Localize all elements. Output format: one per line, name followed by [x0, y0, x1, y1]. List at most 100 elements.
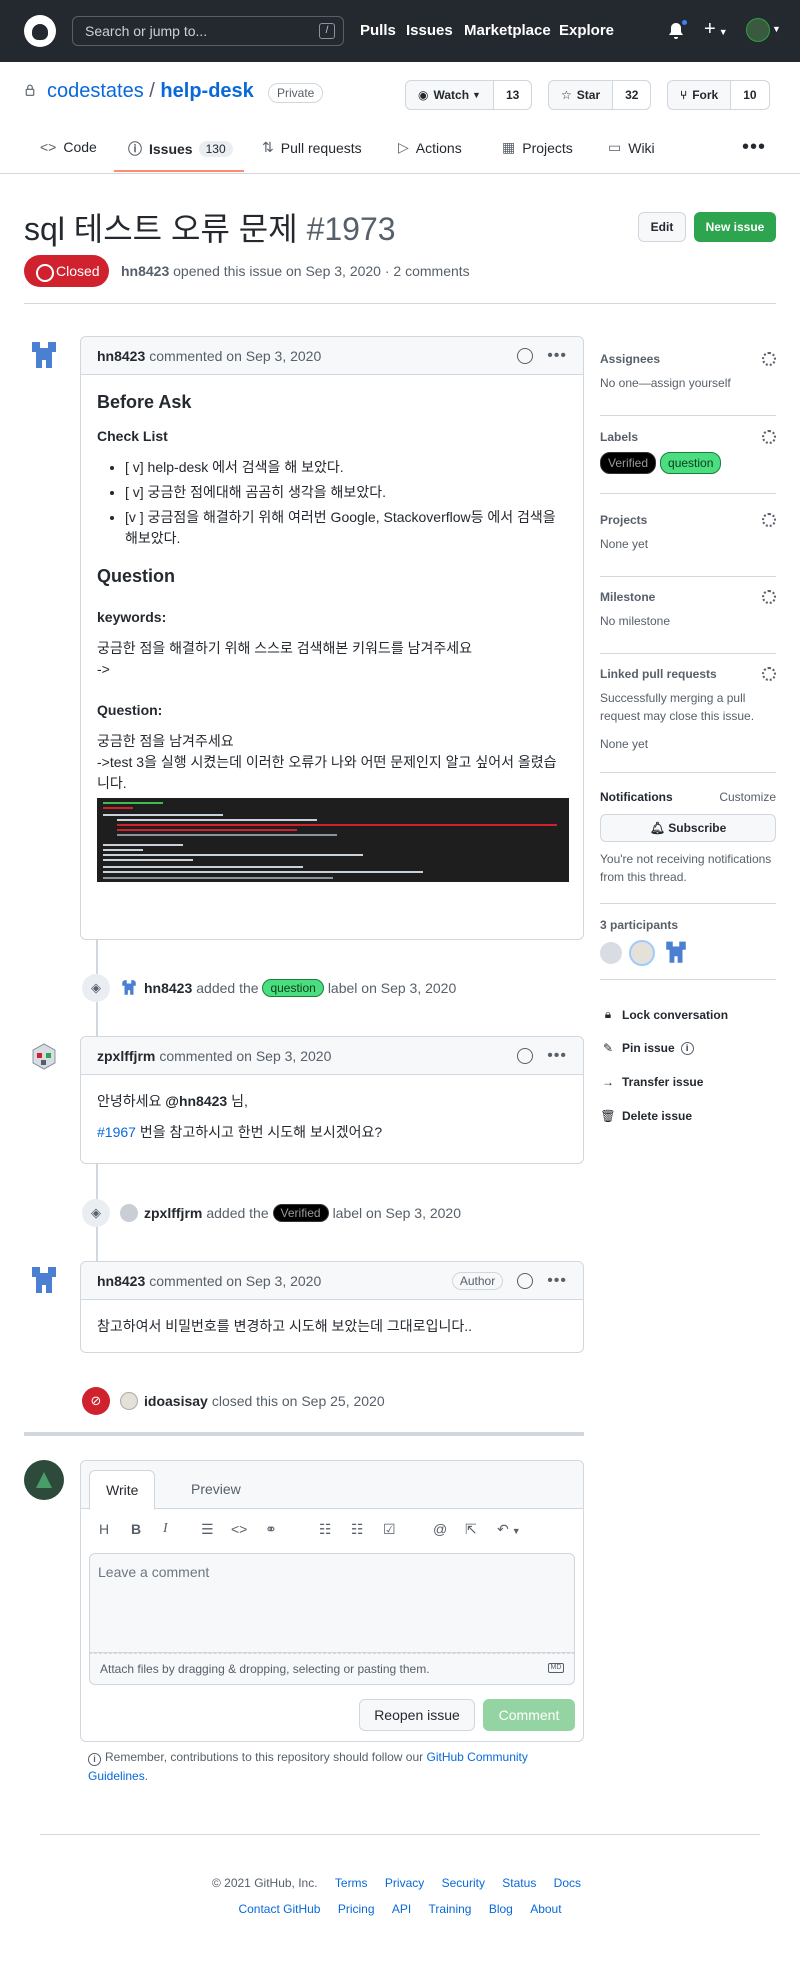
- footer-link-api[interactable]: API: [392, 1902, 411, 1916]
- footer-link-contact[interactable]: Contact GitHub: [238, 1902, 320, 1916]
- edit-button[interactable]: Edit: [638, 212, 686, 242]
- list-ordered-icon[interactable]: ☷: [351, 1521, 364, 1538]
- comment-textarea[interactable]: Leave a comment: [89, 1553, 575, 1653]
- comment-button[interactable]: Comment: [483, 1699, 575, 1731]
- github-logo-icon[interactable]: [24, 15, 56, 47]
- tab-actions[interactable]: ▷ Actions: [398, 139, 462, 156]
- watch-count[interactable]: 13: [493, 81, 532, 109]
- avatar[interactable]: [120, 1204, 138, 1222]
- link-icon[interactable]: ⚭: [265, 1521, 277, 1538]
- kebab-horizontal-icon[interactable]: •••: [547, 1272, 567, 1290]
- gear-icon[interactable]: [762, 513, 776, 527]
- footer-link-pricing[interactable]: Pricing: [338, 1902, 375, 1916]
- label-verified[interactable]: Verified: [272, 1204, 329, 1222]
- reply-icon[interactable]: ↶ ▼: [497, 1521, 521, 1538]
- bold-icon[interactable]: B: [131, 1521, 141, 1537]
- avatar[interactable]: [120, 1392, 138, 1410]
- plus-icon[interactable]: + ▼: [704, 18, 728, 41]
- event-actor-link[interactable]: zpxlffjrm: [144, 1205, 202, 1221]
- participant-avatar[interactable]: [629, 940, 656, 966]
- participant-avatar[interactable]: [663, 940, 689, 966]
- nav-issues[interactable]: Issues: [406, 22, 453, 39]
- transfer-issue[interactable]: → Transfer issue: [600, 1075, 703, 1089]
- avatar[interactable]: [24, 336, 64, 376]
- fork-count[interactable]: 10: [731, 81, 769, 109]
- repo-name-link[interactable]: help-desk: [160, 80, 253, 102]
- cross-reference-icon[interactable]: ⇱: [465, 1521, 477, 1538]
- footer-link-security[interactable]: Security: [442, 1876, 485, 1890]
- issue-reference-link[interactable]: #1967: [97, 1124, 136, 1140]
- avatar[interactable]: [24, 1261, 64, 1301]
- avatar-caret-icon[interactable]: ▼: [772, 24, 781, 34]
- subscribe-button[interactable]: 🔔︎ Subscribe: [600, 814, 776, 842]
- assignees-heading[interactable]: Assignees: [600, 352, 776, 366]
- quote-icon[interactable]: ☰: [201, 1521, 214, 1538]
- footer-link-about[interactable]: About: [530, 1902, 561, 1916]
- footer-link-blog[interactable]: Blog: [489, 1902, 513, 1916]
- smiley-icon[interactable]: [517, 1272, 534, 1289]
- heading-icon[interactable]: H: [99, 1521, 109, 1537]
- search-input[interactable]: Search or jump to... /: [72, 16, 344, 46]
- comment-time[interactable]: commented on Sep 3, 2020: [149, 1273, 321, 1289]
- label-question[interactable]: question: [660, 452, 722, 474]
- user-mention[interactable]: @hn8423: [165, 1093, 227, 1109]
- italic-icon[interactable]: I: [163, 1521, 168, 1537]
- footer-link-docs[interactable]: Docs: [554, 1876, 581, 1890]
- avatar[interactable]: [24, 1036, 64, 1076]
- assignees-value[interactable]: No one—assign yourself: [600, 374, 776, 392]
- info-icon[interactable]: i: [680, 1041, 694, 1055]
- reopen-issue-button[interactable]: Reopen issue: [359, 1699, 475, 1731]
- issue-author-link[interactable]: hn8423: [121, 263, 169, 279]
- kebab-horizontal-icon[interactable]: •••: [547, 347, 567, 365]
- projects-heading[interactable]: Projects: [600, 513, 776, 527]
- footer-link-terms[interactable]: Terms: [335, 1876, 368, 1890]
- comment-time[interactable]: commented on Sep 3, 2020: [149, 348, 321, 364]
- avatar[interactable]: [24, 1460, 64, 1500]
- labels-heading[interactable]: Labels: [600, 430, 776, 444]
- tasklist-icon[interactable]: ☑: [383, 1521, 396, 1538]
- tab-issues[interactable]: ⓘ Issues 130: [128, 139, 233, 159]
- nav-explore[interactable]: Explore: [559, 22, 614, 39]
- tab-code[interactable]: <> Code: [40, 139, 97, 155]
- comment-author-link[interactable]: hn8423: [97, 348, 145, 364]
- mention-icon[interactable]: @: [433, 1521, 447, 1537]
- avatar[interactable]: [120, 979, 138, 997]
- gear-icon[interactable]: [762, 430, 776, 444]
- star-count[interactable]: 32: [613, 81, 651, 109]
- gear-icon[interactable]: [762, 590, 776, 604]
- comment-author-link[interactable]: zpxlffjrm: [97, 1048, 155, 1064]
- pin-issue[interactable]: ✎ Pin issue i: [600, 1041, 698, 1055]
- nav-marketplace[interactable]: Marketplace: [464, 22, 551, 39]
- tab-write[interactable]: Write: [89, 1470, 156, 1510]
- smiley-icon[interactable]: [517, 1047, 534, 1064]
- error-screenshot[interactable]: [97, 797, 569, 882]
- milestone-heading[interactable]: Milestone: [600, 590, 776, 604]
- code-icon[interactable]: <>: [231, 1521, 247, 1537]
- fork-button[interactable]: ⑂ Fork 10: [667, 80, 770, 110]
- user-avatar[interactable]: [746, 18, 770, 42]
- kebab-horizontal-icon[interactable]: •••: [742, 136, 766, 159]
- event-actor-link[interactable]: hn8423: [144, 980, 192, 996]
- footer-link-training[interactable]: Training: [429, 1902, 472, 1916]
- footer-link-privacy[interactable]: Privacy: [385, 1876, 424, 1890]
- customize-link[interactable]: Customize: [719, 790, 776, 804]
- lock-conversation[interactable]: 🔒︎ Lock conversation: [600, 1007, 728, 1022]
- nav-pulls[interactable]: Pulls: [360, 22, 396, 39]
- gear-icon[interactable]: [762, 352, 776, 366]
- watch-button[interactable]: ◉ Watch ▼ 13: [405, 80, 533, 110]
- new-issue-button[interactable]: New issue: [694, 212, 776, 242]
- label-verified[interactable]: Verified: [600, 452, 657, 474]
- footer-link-status[interactable]: Status: [502, 1876, 536, 1890]
- kebab-horizontal-icon[interactable]: •••: [547, 1047, 567, 1065]
- event-actor-link[interactable]: idoasisay: [144, 1393, 208, 1409]
- gear-icon[interactable]: [762, 667, 776, 681]
- linked-prs-heading[interactable]: Linked pull requests: [600, 667, 776, 681]
- tab-wiki[interactable]: ▭ Wiki: [608, 139, 655, 156]
- repo-owner-link[interactable]: codestates: [47, 80, 144, 102]
- markdown-icon[interactable]: MD: [548, 1663, 564, 1673]
- attach-files-area[interactable]: Attach files by dragging & dropping, sel…: [89, 1653, 575, 1685]
- list-unordered-icon[interactable]: ☷: [319, 1521, 332, 1538]
- tab-pull-requests[interactable]: ⇅ Pull requests: [262, 139, 362, 156]
- delete-issue[interactable]: 🗑︎ Delete issue: [600, 1109, 692, 1123]
- label-question[interactable]: question: [262, 979, 324, 997]
